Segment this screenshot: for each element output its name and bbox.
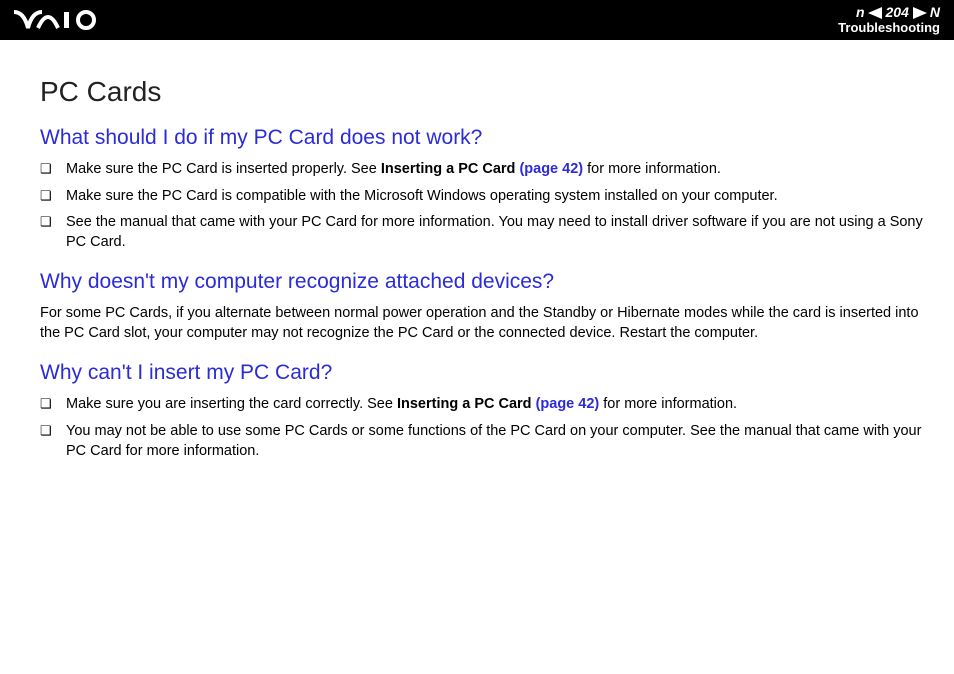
question-3-heading: Why can't I insert my PC Card? <box>40 361 936 385</box>
vaio-logo-svg <box>14 10 110 30</box>
section-label: Troubleshooting <box>838 21 940 35</box>
text: for more information. <box>599 396 737 412</box>
question-1-heading: What should I do if my PC Card does not … <box>40 126 936 150</box>
list-item: Make sure you are inserting the card cor… <box>40 395 936 415</box>
next-page-arrow-icon[interactable] <box>913 7 927 19</box>
list-item: You may not be able to use some PC Cards… <box>40 422 936 461</box>
n-letter-right: N <box>930 5 940 20</box>
text: for more information. <box>583 161 721 177</box>
question-1-bullets: Make sure the PC Card is inserted proper… <box>40 160 936 252</box>
page-header: n 204 N Troubleshooting <box>0 0 954 40</box>
page-title: PC Cards <box>40 76 936 108</box>
page-link[interactable]: (page 42) <box>519 161 583 177</box>
list-item: See the manual that came with your PC Ca… <box>40 213 936 252</box>
question-2-heading: Why doesn't my computer recognize attach… <box>40 270 936 294</box>
list-item: Make sure the PC Card is inserted proper… <box>40 160 936 180</box>
question-2-paragraph: For some PC Cards, if you alternate betw… <box>40 304 936 343</box>
vaio-logo <box>14 10 110 30</box>
text: Make sure you are inserting the card cor… <box>66 396 397 412</box>
page-link[interactable]: (page 42) <box>536 396 600 412</box>
page-nav: n 204 N Troubleshooting <box>838 5 940 35</box>
bold-text: Inserting a PC Card <box>381 161 520 177</box>
bold-text: Inserting a PC Card <box>397 396 536 412</box>
text: Make sure the PC Card is inserted proper… <box>66 161 381 177</box>
question-3-bullets: Make sure you are inserting the card cor… <box>40 395 936 461</box>
page-content: PC Cards What should I do if my PC Card … <box>0 40 954 461</box>
page-number: 204 <box>884 5 911 20</box>
n-letter: n <box>856 5 865 20</box>
list-item: Make sure the PC Card is compatible with… <box>40 187 936 207</box>
prev-page-arrow-icon[interactable] <box>868 7 882 19</box>
